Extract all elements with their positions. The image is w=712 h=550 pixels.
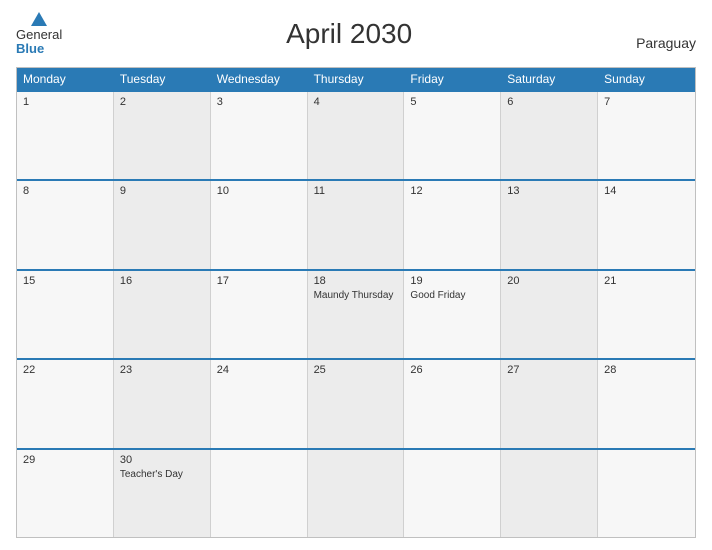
day-11: 11 (308, 181, 405, 268)
day-13: 13 (501, 181, 598, 268)
event-teachers-day: Teacher's Day (120, 469, 183, 480)
day-10: 10 (211, 181, 308, 268)
event-maundy-thursday: Maundy Thursday (314, 290, 394, 301)
day-16: 16 (114, 271, 211, 358)
day-25: 25 (308, 360, 405, 447)
day-12: 12 (404, 181, 501, 268)
day-21: 21 (598, 271, 695, 358)
day-5: 5 (404, 92, 501, 179)
day-empty-1 (211, 450, 308, 537)
day-23: 23 (114, 360, 211, 447)
day-17: 17 (211, 271, 308, 358)
calendar: Monday Tuesday Wednesday Thursday Friday… (16, 67, 696, 538)
header-friday: Friday (404, 68, 501, 90)
day-6: 6 (501, 92, 598, 179)
logo-triangle-icon (31, 12, 47, 26)
header-wednesday: Wednesday (211, 68, 308, 90)
day-1: 1 (17, 92, 114, 179)
header-saturday: Saturday (501, 68, 598, 90)
day-empty-3 (404, 450, 501, 537)
day-29: 29 (17, 450, 114, 537)
week-2: 8 9 10 11 12 13 14 (17, 179, 695, 268)
day-2: 2 (114, 92, 211, 179)
day-15: 15 (17, 271, 114, 358)
day-30: 30 Teacher's Day (114, 450, 211, 537)
day-empty-2 (308, 450, 405, 537)
day-3: 3 (211, 92, 308, 179)
page: General Blue April 2030 Paraguay Monday … (0, 0, 712, 550)
day-26: 26 (404, 360, 501, 447)
calendar-header: Monday Tuesday Wednesday Thursday Friday… (17, 68, 695, 90)
day-24: 24 (211, 360, 308, 447)
logo-text: General Blue (16, 28, 62, 57)
week-3: 15 16 17 18 Maundy Thursday 19 Good Frid… (17, 269, 695, 358)
day-27: 27 (501, 360, 598, 447)
event-good-friday: Good Friday (410, 290, 465, 301)
day-22: 22 (17, 360, 114, 447)
country-label: Paraguay (636, 35, 696, 57)
day-4: 4 (308, 92, 405, 179)
day-8: 8 (17, 181, 114, 268)
day-28: 28 (598, 360, 695, 447)
day-7: 7 (598, 92, 695, 179)
month-title: April 2030 (62, 18, 636, 50)
day-empty-4 (501, 450, 598, 537)
day-empty-5 (598, 450, 695, 537)
header-thursday: Thursday (308, 68, 405, 90)
header-sunday: Sunday (598, 68, 695, 90)
week-5: 29 30 Teacher's Day (17, 448, 695, 537)
calendar-body: 1 2 3 4 5 6 7 8 9 10 11 12 13 14 15 16 (17, 90, 695, 537)
week-1: 1 2 3 4 5 6 7 (17, 90, 695, 179)
header-tuesday: Tuesday (114, 68, 211, 90)
header: General Blue April 2030 Paraguay (16, 12, 696, 57)
week-4: 22 23 24 25 26 27 28 (17, 358, 695, 447)
header-monday: Monday (17, 68, 114, 90)
day-9: 9 (114, 181, 211, 268)
day-14: 14 (598, 181, 695, 268)
day-19: 19 Good Friday (404, 271, 501, 358)
day-18: 18 Maundy Thursday (308, 271, 405, 358)
logo: General Blue (16, 12, 62, 57)
day-20: 20 (501, 271, 598, 358)
